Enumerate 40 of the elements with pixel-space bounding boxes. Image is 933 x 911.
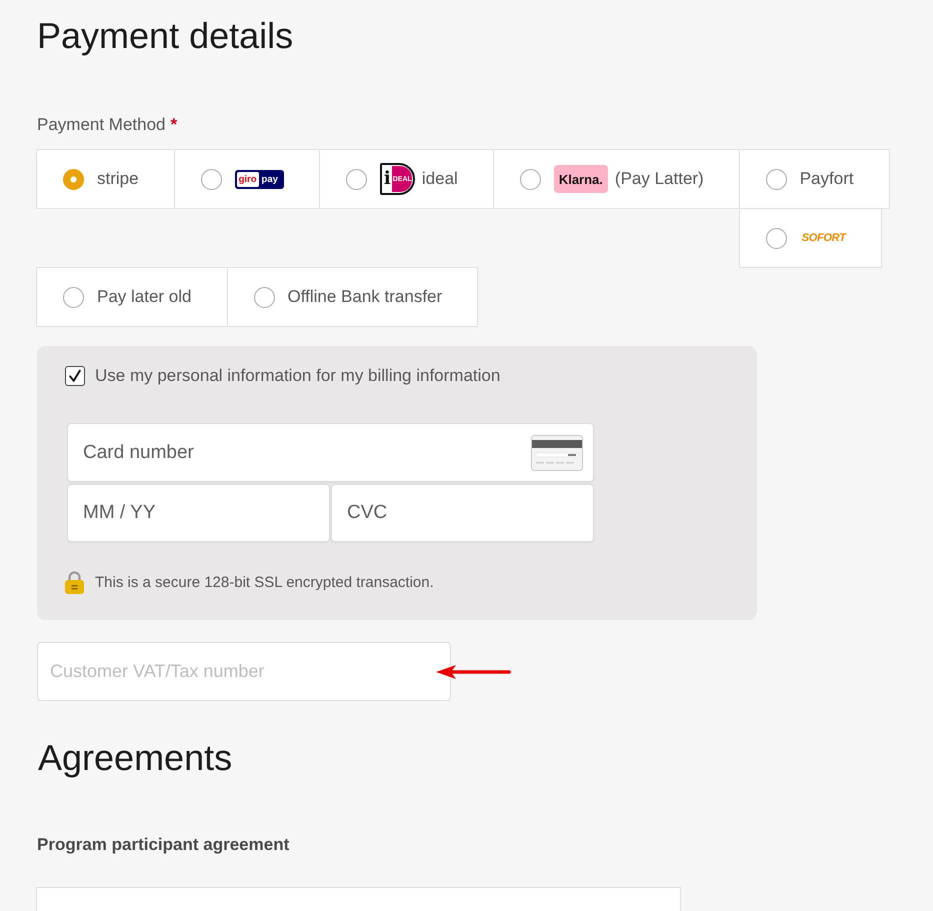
agreement-title: Program participant agreement (37, 834, 290, 856)
radio-button[interactable] (766, 228, 787, 248)
cvc-field[interactable]: CVC (331, 484, 594, 542)
vat-number-field[interactable]: Customer VAT/Tax number (37, 642, 451, 701)
payment-option[interactable]: stripe (36, 149, 175, 209)
option-label: Payfort (800, 169, 854, 189)
radio-button[interactable] (200, 168, 222, 190)
page-title: Payment details (37, 14, 294, 58)
logo-text: pay (260, 172, 279, 186)
logo-badge: Klarna. (554, 165, 608, 193)
payment-option[interactable]: Payfort (738, 149, 890, 209)
payment-option[interactable]: Klarna. (Pay Latter) (492, 149, 740, 209)
payment-option[interactable]: giro pay (174, 149, 320, 209)
payment-option[interactable]: Offline Bank transfer (226, 267, 478, 327)
checkmark-icon (68, 369, 82, 383)
radio-button[interactable] (520, 168, 541, 190)
radio-button[interactable] (63, 286, 84, 308)
payment-method-label: Payment Method (37, 114, 166, 136)
logo-text: SOFORT (802, 232, 846, 244)
checkbox[interactable] (65, 366, 85, 386)
option-label: Pay later old (97, 287, 192, 307)
checkbox-label: Use my personal information for my billing information (95, 366, 500, 386)
card-number-field[interactable]: Card number (67, 423, 594, 482)
option-label: ideal (422, 169, 458, 189)
expiry-date-field[interactable]: MM / YY (67, 484, 330, 542)
radio-button[interactable] (766, 168, 787, 190)
section-title: Agreements (38, 736, 234, 780)
lock-icon (65, 570, 84, 594)
credit-card-icon (531, 435, 583, 471)
option-label: stripe (97, 169, 139, 189)
payment-option[interactable]: Pay later old (36, 267, 228, 327)
secure-transaction-note: This is a secure 128-bit SSL encrypted transaction. (95, 574, 434, 590)
radio-button[interactable] (346, 168, 367, 190)
option-label: Offline Bank transfer (288, 287, 442, 307)
required-mark: * (170, 114, 178, 136)
option-label: (Pay Latter) (614, 169, 704, 189)
logo-text: i (382, 167, 392, 191)
radio-button[interactable] (254, 286, 274, 308)
radio-button[interactable] (63, 168, 84, 190)
logo-text: giro (236, 172, 259, 186)
